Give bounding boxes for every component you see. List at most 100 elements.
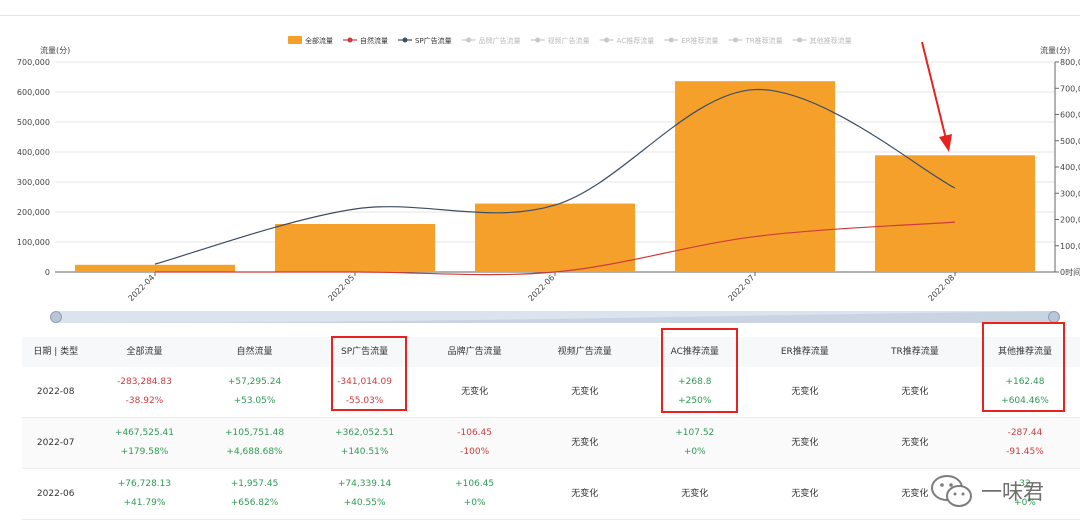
change-cell: +1,957.45 +656.82% xyxy=(199,475,309,513)
bar-2022-06[interactable] xyxy=(475,203,635,272)
highlight-box-ac xyxy=(661,328,738,413)
zoom-handle-left[interactable] xyxy=(50,311,62,323)
legend-item-全部流量[interactable]: 全部流量 xyxy=(305,36,333,45)
change-cell: +467,525.41 +179.58% xyxy=(89,424,199,462)
legend-item-TR推荐流量-marker[interactable] xyxy=(733,37,739,43)
legend-item-视频广告流量[interactable]: 视频广告流量 xyxy=(548,36,590,45)
change-value: -106.45 xyxy=(457,428,493,438)
change-cell: 无变化 xyxy=(860,383,970,402)
left-tick-label: 500,000 xyxy=(17,118,50,127)
table-row: 2022-08 -283,284.83 -38.92% +57,295.24 +53.0… xyxy=(22,367,1080,418)
change-percent: +41.79% xyxy=(123,498,166,508)
x-tick-label: 2022-08 xyxy=(926,273,956,303)
column-header: 自然流量 xyxy=(236,346,273,357)
change-value: +107.52 xyxy=(675,428,715,438)
change-cell: +76,728.13 +41.79% xyxy=(89,475,199,513)
column-header: 品牌广告流量 xyxy=(447,346,502,357)
change-cell: +106.45 +0% xyxy=(420,475,530,513)
watermark: 一味君 xyxy=(929,471,1044,511)
change-cell: 无变化 xyxy=(530,383,640,402)
wechat-icon xyxy=(931,475,972,507)
legend-item-自然流量-marker[interactable] xyxy=(347,37,353,43)
bar-2022-05[interactable] xyxy=(275,224,435,272)
change-value: +106.45 xyxy=(455,479,495,489)
change-cell: -287.44 -91.45% xyxy=(970,424,1080,462)
left-tick-label: 300,000 xyxy=(17,178,50,187)
right-tick-label: 300,000 xyxy=(1060,189,1080,198)
zoom-handle-right[interactable] xyxy=(1048,311,1060,323)
change-value: +467,525.41 xyxy=(114,428,174,438)
change-value: 无变化 xyxy=(571,437,599,448)
change-value: -287.44 xyxy=(1007,428,1043,438)
change-percent: +656.82% xyxy=(230,498,279,508)
change-value: 无变化 xyxy=(461,386,489,397)
change-cell: 无变化 xyxy=(530,434,640,453)
annotation-arrow-shaft xyxy=(921,41,947,140)
column-header: ER推荐流量 xyxy=(780,346,829,357)
right-tick-label: 500,000 xyxy=(1060,137,1080,146)
left-tick-label: 700,000 xyxy=(17,58,50,67)
right-tick-label: 200,000 xyxy=(1060,216,1080,225)
legend-item-ER推荐流量-marker[interactable] xyxy=(668,37,674,43)
column-header: 日期 | 类型 xyxy=(33,346,79,357)
change-value: +76,728.13 xyxy=(117,479,172,489)
legend-item-TR推荐流量[interactable]: TR推荐流量 xyxy=(745,36,783,45)
change-cell: 无变化 xyxy=(750,383,860,402)
legend-item-SP广告流量-marker[interactable] xyxy=(402,37,408,43)
right-tick-label: 800,000 xyxy=(1060,58,1080,67)
x-tick-label: 2022-06 xyxy=(526,273,556,303)
table-header-row: 日期 | 类型 全部流量 自然流量 SP广告流量 品牌广告流量 视频广告流量 AC推荐流量 E… xyxy=(22,337,1080,367)
watermark-text: 一味君 xyxy=(981,480,1044,504)
legend-item-品牌广告流量[interactable]: 品牌广告流量 xyxy=(479,36,521,45)
change-cell: 无变化 xyxy=(750,485,860,504)
right-tick-label: 600,000 xyxy=(1060,111,1080,120)
right-tick-label: 400,000 xyxy=(1060,163,1080,172)
change-percent: +140.51% xyxy=(340,447,389,457)
legend-item-视频广告流量-marker[interactable] xyxy=(535,37,541,43)
change-cell: 无变化 xyxy=(530,485,640,504)
row-date: 2022-06 xyxy=(36,488,75,499)
change-cell: -106.45 -100% xyxy=(420,424,530,462)
legend-item-其他推荐流量[interactable]: 其他推荐流量 xyxy=(810,36,852,45)
left-tick-label: 600,000 xyxy=(17,88,50,97)
change-value: 无变化 xyxy=(901,488,929,499)
legend-item-品牌广告流量-marker[interactable] xyxy=(466,37,472,43)
legend-item-其他推荐流量-marker[interactable] xyxy=(797,37,803,43)
legend-item-AC推荐流量[interactable]: AC推荐流量 xyxy=(617,36,655,45)
legend-item-全部流量-swatch[interactable] xyxy=(288,36,302,44)
column-header: 全部流量 xyxy=(126,346,163,357)
change-cell: -283,284.83 -38.92% xyxy=(89,373,199,411)
annotation-arrow-head xyxy=(939,134,952,152)
traffic-change-table: 日期 | 类型 全部流量 自然流量 SP广告流量 品牌广告流量 视频广告流量 AC推荐流量 E… xyxy=(22,337,1080,520)
legend-item-自然流量[interactable]: 自然流量 xyxy=(360,36,388,45)
change-value: +105,751.48 xyxy=(224,428,285,438)
left-tick-label: 0 xyxy=(45,268,50,277)
legend-item-SP广告流量[interactable]: SP广告流量 xyxy=(415,36,452,45)
change-value: +362,052.51 xyxy=(335,428,395,438)
highlight-box-sp xyxy=(331,336,407,411)
change-value: +74,339.14 xyxy=(337,479,392,489)
change-percent: +4,688.68% xyxy=(226,447,283,457)
change-value: 无变化 xyxy=(681,488,709,499)
change-value: 无变化 xyxy=(571,386,599,397)
change-value: 无变化 xyxy=(791,386,819,397)
change-cell: 无变化 xyxy=(860,434,970,453)
change-cell: +74,339.14 +40.55% xyxy=(310,475,420,513)
bar-2022-04[interactable] xyxy=(75,264,235,272)
left-tick-label: 400,000 xyxy=(17,148,50,157)
row-date: 2022-07 xyxy=(36,437,75,448)
change-value: 无变化 xyxy=(571,488,599,499)
bar-2022-08[interactable] xyxy=(875,155,1035,272)
change-percent: +0% xyxy=(463,498,486,508)
right-tick-label: 0时间 xyxy=(1060,267,1080,277)
x-tick-label: 2022-04 xyxy=(126,273,156,303)
legend-item-AC推荐流量-marker[interactable] xyxy=(604,37,610,43)
x-tick-label: 2022-05 xyxy=(326,273,356,303)
change-percent: +0% xyxy=(683,447,706,457)
right-tick-label: 700,000 xyxy=(1060,84,1080,93)
legend-item-ER推荐流量[interactable]: ER推荐流量 xyxy=(681,36,718,45)
change-percent: -100% xyxy=(460,447,490,457)
change-cell: +57,295.24 +53.05% xyxy=(199,373,309,411)
table-row: 2022-07 +467,525.41 +179.58% +105,751.48 +4,… xyxy=(22,418,1080,469)
change-percent: -38.92% xyxy=(125,396,164,406)
